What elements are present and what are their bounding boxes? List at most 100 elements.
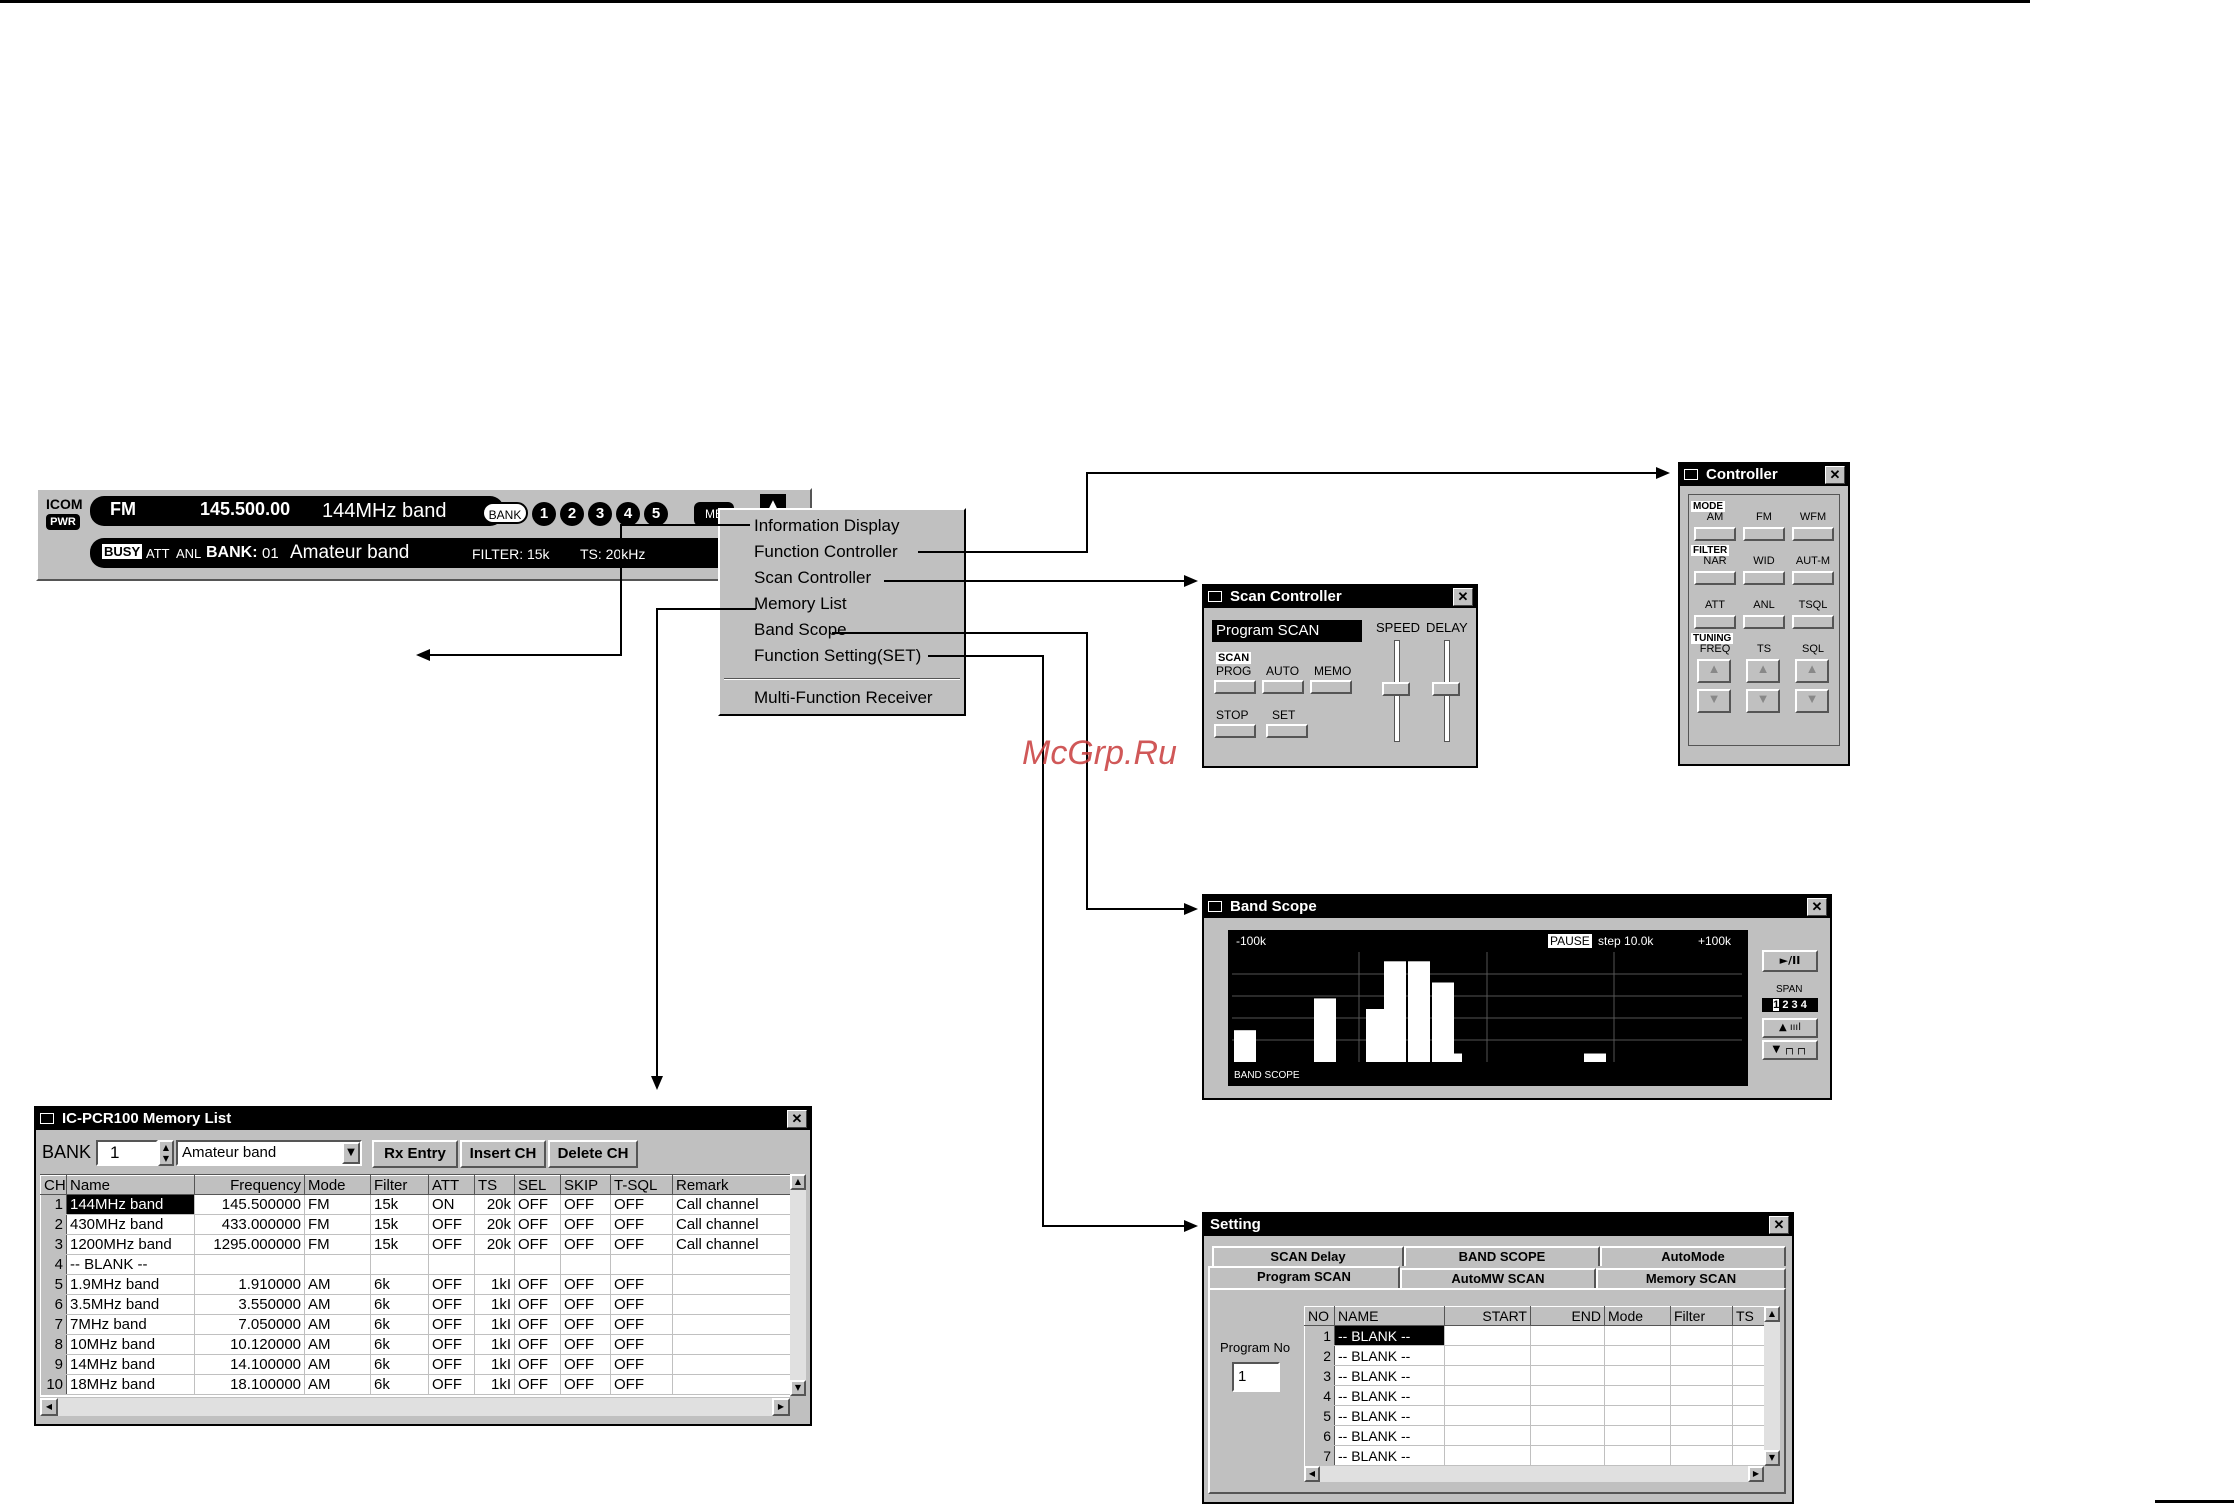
sql-up-button[interactable]: ▲ [1795, 659, 1829, 683]
table-row[interactable]: 8 10MHz band 10.120000 AM 6k OFF 1kI OFF OFF OFF [40, 1334, 790, 1355]
close-icon[interactable]: ✕ [1769, 1216, 1789, 1234]
table-row[interactable]: 7 -- BLANK -- [1304, 1445, 1764, 1466]
scroll-down-icon[interactable]: ▼ [1764, 1450, 1780, 1466]
insert-ch-button[interactable]: Insert CH [460, 1140, 546, 1168]
close-icon[interactable]: ✕ [1807, 898, 1827, 916]
column-header[interactable]: Mode [304, 1175, 371, 1195]
column-header[interactable]: TS [474, 1175, 515, 1195]
att-button[interactable] [1694, 615, 1736, 629]
scroll-up-icon[interactable]: ▲ [1764, 1306, 1780, 1322]
table-row[interactable]: 1 -- BLANK -- [1304, 1325, 1764, 1346]
table-row[interactable]: 2 -- BLANK -- [1304, 1345, 1764, 1366]
menu-item-scan-controller[interactable]: Scan Controller [754, 568, 871, 588]
memory-vscrollbar[interactable]: ▲ ▼ [790, 1174, 806, 1396]
set-button[interactable] [1266, 724, 1308, 738]
close-icon[interactable]: ✕ [1825, 466, 1845, 484]
aut-m-button[interactable] [1792, 571, 1834, 585]
table-row[interactable]: 7 7MHz band 7.050000 AM 6k OFF 1kI OFF OFF OFF [40, 1314, 790, 1335]
tab-band-scope[interactable]: BAND SCOPE [1404, 1246, 1600, 1266]
table-row[interactable]: 5 -- BLANK -- [1304, 1405, 1764, 1426]
freq-down-button[interactable]: ▼ [1697, 689, 1731, 713]
delay-slider-thumb[interactable] [1432, 682, 1460, 696]
menu-item-function-setting[interactable]: Function Setting(SET) [754, 646, 921, 666]
menu-item-function-controller[interactable]: Function Controller [754, 542, 898, 562]
tsql-button[interactable] [1792, 615, 1834, 629]
column-header[interactable]: NAME [1334, 1306, 1445, 1326]
column-header[interactable]: START [1444, 1306, 1531, 1326]
am-button[interactable] [1694, 527, 1736, 541]
program-no-field[interactable]: 1 [1232, 1362, 1280, 1392]
span-selector[interactable]: 1 2 3 4 [1762, 998, 1818, 1012]
chevron-down-icon[interactable]: ▼ [342, 1142, 360, 1164]
menu-item-multi-function-receiver[interactable]: Multi-Function Receiver [754, 688, 933, 708]
freq-up-button[interactable]: ▲ [1697, 659, 1731, 683]
bank-5-button[interactable]: 5 [644, 502, 668, 526]
table-row[interactable]: 2 430MHz band 433.000000 FM 15k OFF 20k OFF OFF O… [40, 1214, 790, 1235]
column-header[interactable]: SKIP [560, 1175, 611, 1195]
table-row[interactable]: 5 1.9MHz band 1.910000 AM 6k OFF 1kI OFF OFF OFF [40, 1274, 790, 1295]
nar-button[interactable] [1694, 571, 1736, 585]
tab-scan-delay[interactable]: SCAN Delay [1212, 1246, 1404, 1266]
tab-automw-scan[interactable]: AutoMW SCAN [1400, 1268, 1596, 1288]
sql-down-button[interactable]: ▼ [1795, 689, 1829, 713]
span-3[interactable]: 3 [1792, 999, 1798, 1011]
table-row[interactable]: 10 18MHz band 18.100000 AM 6k OFF 1kI OFF OFF OFF [40, 1374, 790, 1395]
scroll-up-icon[interactable]: ▲ [790, 1174, 806, 1190]
bank-4-button[interactable]: 4 [616, 502, 640, 526]
column-header[interactable]: Filter [370, 1175, 429, 1195]
column-header[interactable]: T-SQL [610, 1175, 673, 1195]
table-row[interactable]: 4 -- BLANK -- [1304, 1385, 1764, 1406]
column-header[interactable]: ATT [428, 1175, 475, 1195]
rx-entry-button[interactable]: Rx Entry [372, 1140, 458, 1168]
pwr-button[interactable]: PWR [46, 514, 80, 530]
column-header[interactable]: TS [1732, 1306, 1764, 1326]
span-2[interactable]: 2 [1782, 999, 1788, 1011]
scroll-left-icon[interactable]: ◀ [1304, 1466, 1320, 1482]
table-row[interactable]: 3 -- BLANK -- [1304, 1365, 1764, 1386]
close-icon[interactable]: ✕ [1453, 588, 1473, 606]
scroll-right-icon[interactable]: ▶ [1748, 1466, 1764, 1482]
tab-automode[interactable]: AutoMode [1600, 1246, 1786, 1266]
menu-item-memory-list[interactable]: Memory List [754, 594, 847, 614]
bank-select[interactable]: Amateur band [176, 1140, 362, 1166]
span-4[interactable]: 4 [1801, 999, 1807, 1011]
column-header[interactable]: Mode [1604, 1306, 1671, 1326]
span-down-icon[interactable]: ▼ ┌┐┌┐ [1762, 1040, 1818, 1060]
span-1[interactable]: 1 [1773, 999, 1780, 1011]
menu-item-information-display[interactable]: Information Display [754, 516, 900, 536]
table-row[interactable]: 9 14MHz band 14.100000 AM 6k OFF 1kI OFF OFF OFF [40, 1354, 790, 1375]
column-header[interactable]: CH [40, 1175, 67, 1195]
column-header[interactable]: NO [1304, 1306, 1335, 1326]
close-icon[interactable]: ✕ [787, 1110, 807, 1128]
table-row[interactable]: 3 1200MHz band 1295.000000 FM 15k OFF 20k OFF OF… [40, 1234, 790, 1255]
column-header[interactable]: Remark [672, 1175, 790, 1195]
wid-button[interactable] [1743, 571, 1785, 585]
column-header[interactable]: Name [66, 1175, 195, 1195]
scroll-left-icon[interactable]: ◀ [40, 1398, 58, 1416]
memo-button[interactable] [1310, 680, 1352, 694]
delete-ch-button[interactable]: Delete CH [548, 1140, 638, 1168]
play-pause-button[interactable]: ►/II [1762, 950, 1818, 972]
memory-hscrollbar[interactable]: ◀ ▶ [40, 1398, 790, 1416]
tab-memory-scan[interactable]: Memory SCAN [1596, 1268, 1786, 1288]
ts-up-button[interactable]: ▲ [1746, 659, 1780, 683]
auto-button[interactable] [1262, 680, 1304, 694]
stop-button[interactable] [1214, 724, 1256, 738]
column-header[interactable]: Frequency [194, 1175, 305, 1195]
bank-stepper[interactable]: ▲ ▼ [158, 1140, 174, 1166]
scroll-right-icon[interactable]: ▶ [772, 1398, 790, 1416]
column-header[interactable]: SEL [514, 1175, 561, 1195]
menu-item-band-scope[interactable]: Band Scope [754, 620, 847, 640]
scroll-down-icon[interactable]: ▼ [790, 1380, 806, 1396]
column-header[interactable]: END [1530, 1306, 1605, 1326]
table-row[interactable]: 6 3.5MHz band 3.550000 AM 6k OFF 1kI OFF OFF OFF [40, 1294, 790, 1315]
bank-2-button[interactable]: 2 [560, 502, 584, 526]
speed-slider-thumb[interactable] [1382, 682, 1410, 696]
prog-button[interactable] [1214, 680, 1256, 694]
tab-program-scan[interactable]: Program SCAN [1208, 1266, 1400, 1290]
ts-down-button[interactable]: ▼ [1746, 689, 1780, 713]
table-row[interactable]: 6 -- BLANK -- [1304, 1425, 1764, 1446]
program-hscrollbar[interactable]: ◀ ▶ [1304, 1466, 1764, 1482]
table-row[interactable]: 1 144MHz band 145.500000 FM 15k ON 20k OFF OFF OF… [40, 1194, 790, 1215]
table-row[interactable]: 4 -- BLANK -- [40, 1254, 790, 1275]
